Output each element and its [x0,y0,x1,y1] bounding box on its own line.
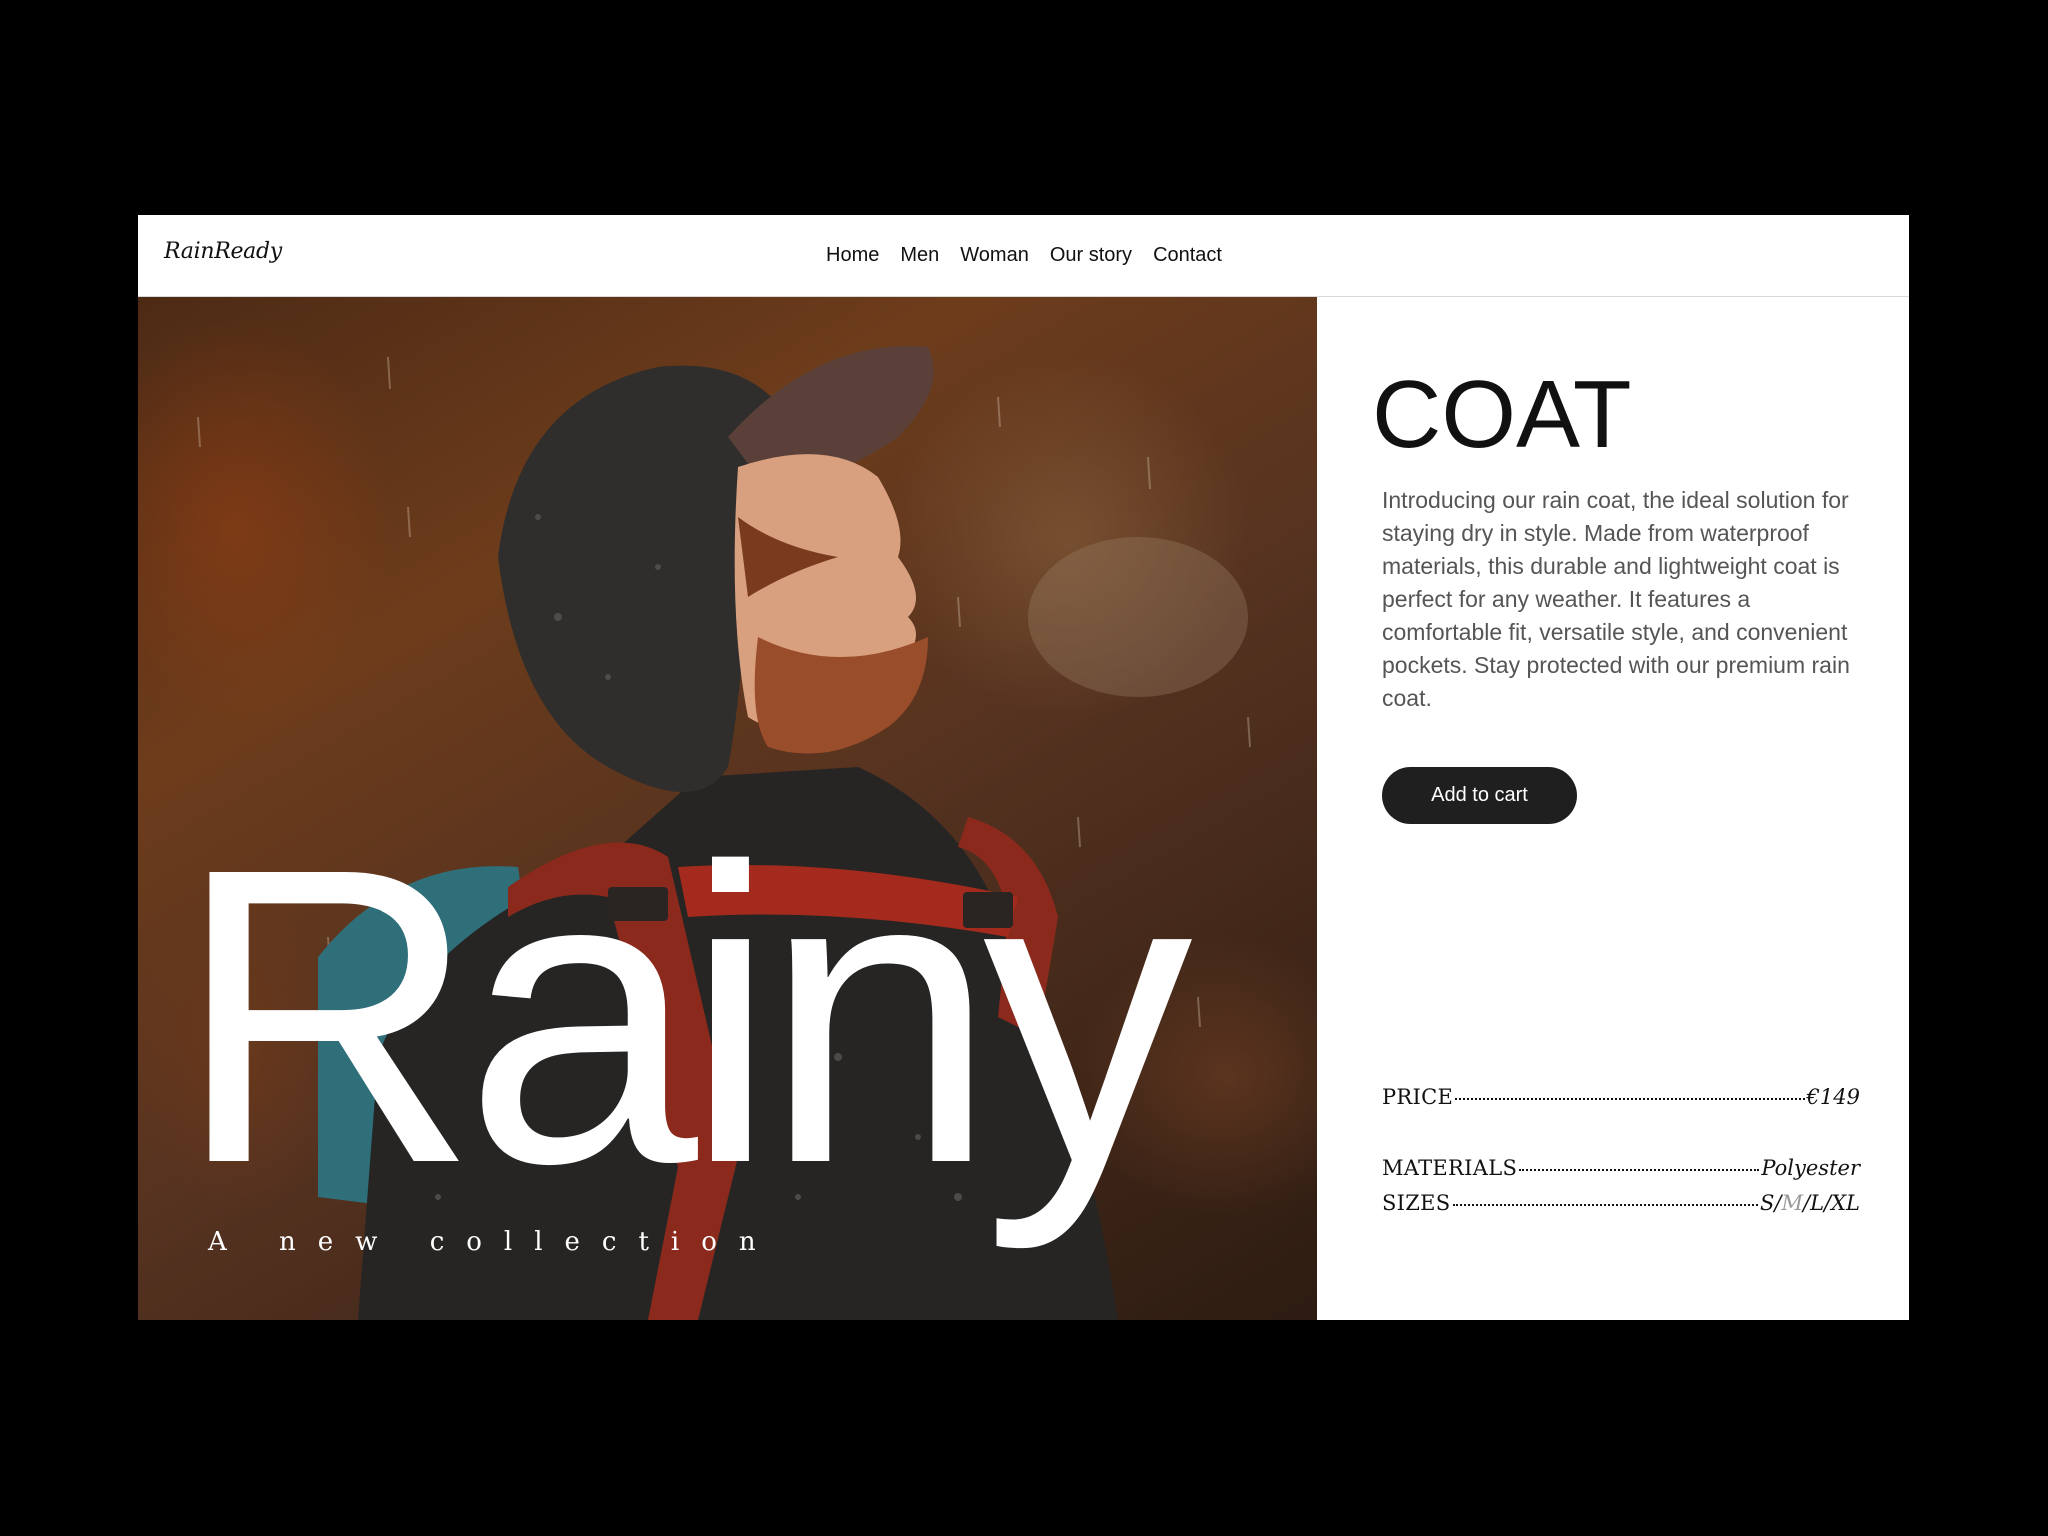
size-option-xl[interactable]: XL [1831,1191,1860,1215]
spec-row-materials: MATERIALS Polyester [1382,1156,1860,1180]
nav-item-woman[interactable]: Woman [960,244,1029,267]
dotted-leader [1519,1169,1760,1171]
dotted-leader [1452,1204,1758,1206]
product-description: Introducing our rain coat, the ideal sol… [1382,487,1850,711]
size-option-m[interactable]: M [1781,1191,1803,1215]
nav-item-home[interactable]: Home [826,244,879,267]
page-frame: RainReady Home Men Woman Our story Conta… [138,215,1909,1320]
spec-row-price: PRICE €149 [1382,1085,1860,1109]
nav-item-our-story[interactable]: Our story [1050,244,1132,267]
size-separator: / [1802,1191,1811,1215]
price-label: PRICE [1382,1085,1454,1109]
hero-headline: Rainy [175,782,1193,1251]
top-navigation-bar: RainReady Home Men Woman Our story Conta… [138,215,1909,297]
price-value: €149 [1806,1085,1860,1109]
materials-value: Polyester [1761,1156,1860,1180]
product-panel: COAT Introducing our rain coat, the idea… [1317,297,1909,1320]
hero-tagline: A new collection [208,1227,778,1257]
product-title: COAT [1372,361,1632,468]
nav-item-men[interactable]: Men [900,244,939,267]
main-nav: Home Men Woman Our story Contact [826,215,1222,296]
nav-item-contact[interactable]: Contact [1153,244,1222,267]
size-option-s[interactable]: S [1760,1191,1774,1215]
sizes-label: SIZES [1382,1191,1451,1215]
spec-row-sizes: SIZES S/M/L/XL [1382,1191,1860,1215]
brand-logo[interactable]: RainReady [164,239,282,264]
add-to-cart-button[interactable]: Add to cart [1382,767,1577,824]
materials-label: MATERIALS [1382,1156,1518,1180]
hero-section: Rainy A new collection [138,297,1317,1320]
size-options: S/M/L/XL [1760,1191,1860,1215]
dotted-leader [1455,1098,1805,1100]
size-option-l[interactable]: L [1810,1191,1824,1215]
